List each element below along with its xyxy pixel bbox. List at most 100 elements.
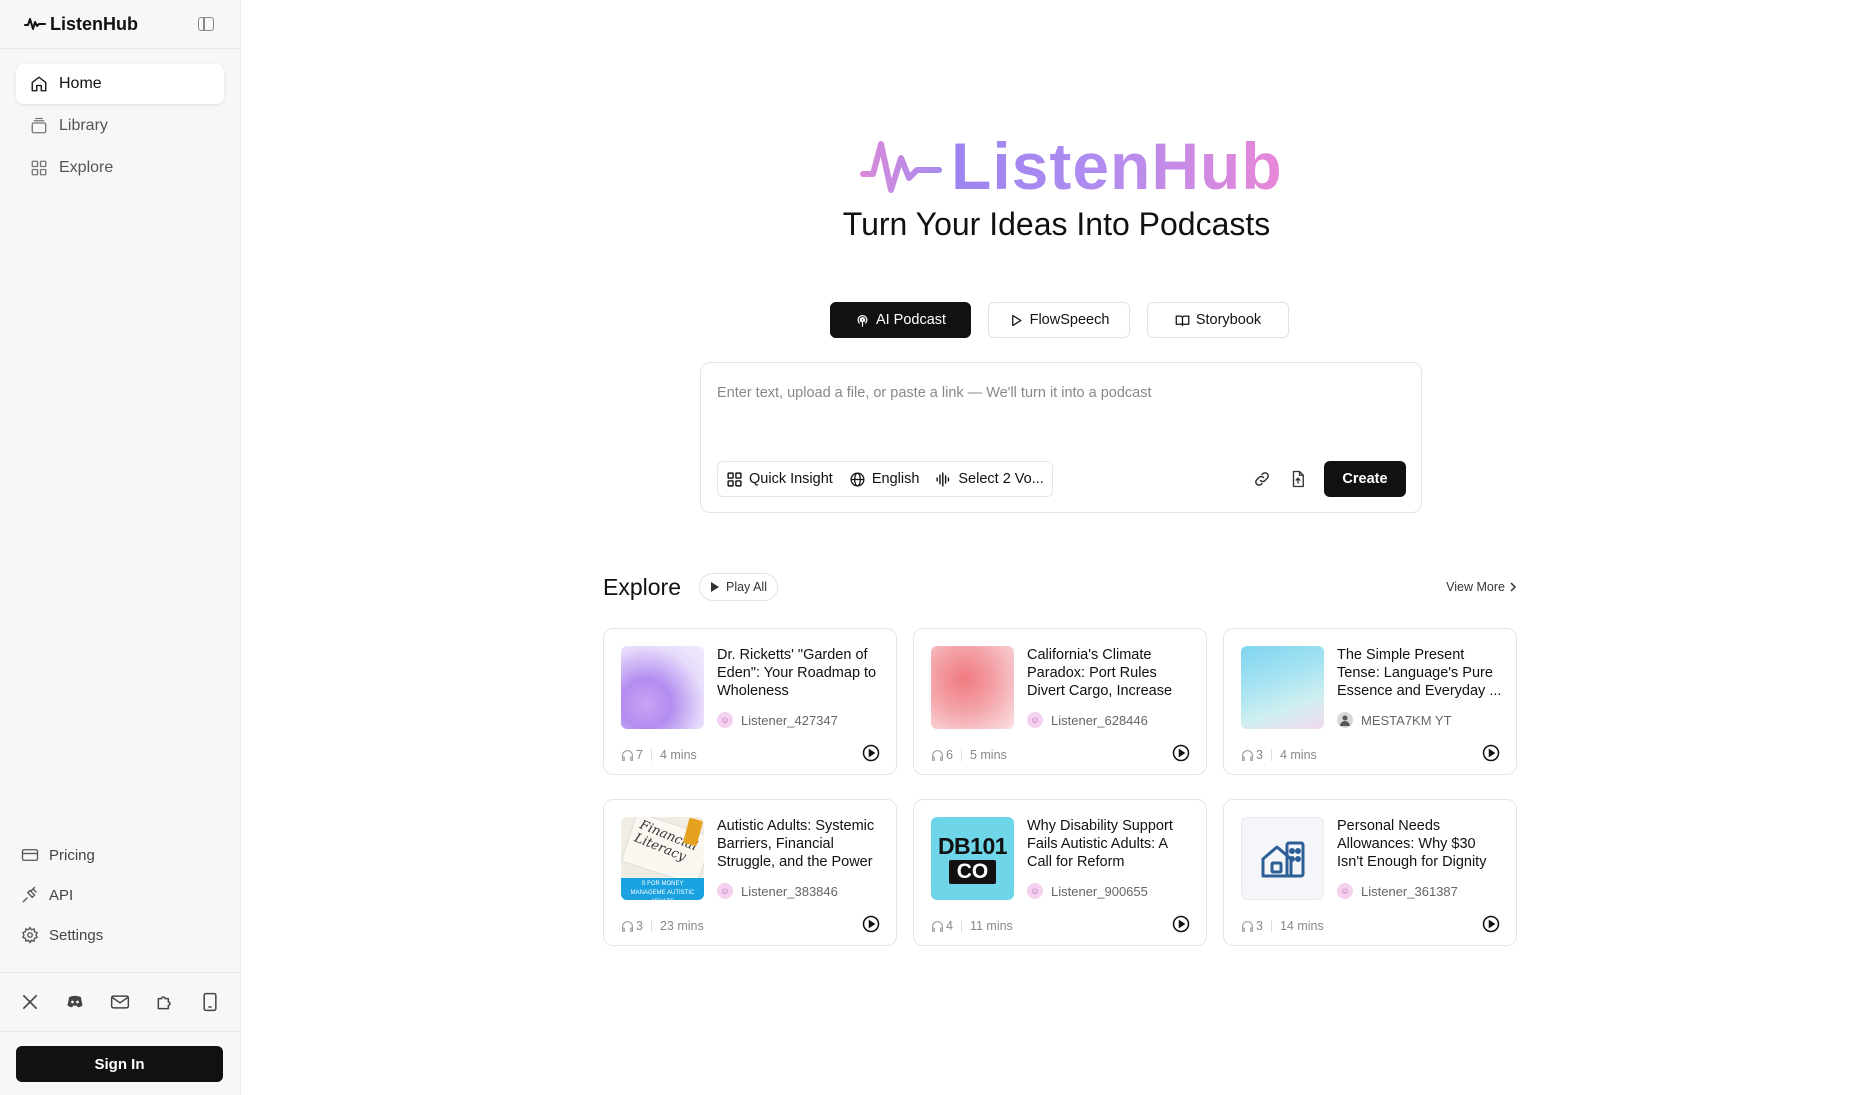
option-language[interactable]: English — [849, 471, 920, 488]
card-author: ☺ Listener_383846 — [717, 883, 838, 899]
nav-item-home[interactable]: Home — [16, 64, 224, 104]
duration: 5 mins — [969, 748, 1007, 762]
author-name: Listener_427347 — [741, 712, 838, 728]
podcast-card[interactable]: Financial Literacy S FOR MONEY MANAGEME A… — [603, 799, 897, 946]
avatar: ☺ — [1027, 712, 1043, 728]
sidebar-toggle-icon[interactable] — [198, 17, 214, 31]
book-icon — [1175, 315, 1190, 326]
play-circle-icon[interactable] — [1482, 744, 1500, 762]
listen-value: 3 — [636, 919, 643, 933]
card-title: California's Climate Paradox: Port Rules… — [1027, 647, 1173, 699]
waveform-logo-icon — [24, 18, 46, 30]
listen-count: 7 — [621, 748, 643, 762]
main-nav: Home Library Explore — [0, 49, 240, 188]
sidebar: ListenHub Home Library Explore Pricing A… — [0, 0, 241, 1095]
nav-label: Explore — [59, 159, 114, 176]
podcast-thumbnail — [1241, 646, 1324, 729]
waveform-logo-icon — [860, 141, 942, 193]
card-title: Dr. Ricketts' "Garden of Eden": Your Roa… — [717, 647, 877, 699]
hero-wordmark: ListenHub — [951, 129, 1283, 203]
nav-item-api[interactable]: API — [16, 875, 224, 915]
nav-item-library[interactable]: Library — [16, 106, 224, 146]
hero-logo: ListenHub — [859, 128, 1283, 204]
nav-label: Settings — [49, 926, 104, 944]
play-circle-icon[interactable] — [862, 915, 880, 933]
podcast-card[interactable]: Dr. Ricketts' "Garden of Eden": Your Roa… — [603, 628, 897, 775]
avatar: ☺ — [717, 883, 733, 899]
home-icon — [31, 76, 47, 92]
tab-storybook[interactable]: Storybook — [1147, 302, 1289, 338]
card-meta: 7 4 mins — [621, 748, 697, 762]
play-circle-icon[interactable] — [1172, 915, 1190, 933]
app-logo[interactable]: ListenHub — [24, 14, 138, 35]
card-title: Autistic Adults: Systemic Barriers, Fina… — [717, 818, 875, 870]
file-upload-icon[interactable] — [1289, 470, 1307, 488]
composer-options: Quick Insight English Select 2 Vo... — [717, 461, 1053, 497]
x-icon[interactable] — [19, 991, 41, 1013]
play-all-label: Play All — [725, 580, 767, 594]
option-label: English — [871, 471, 920, 487]
listen-count: 3 — [1241, 748, 1263, 762]
card-title: Why Disability Support Fails Autistic Ad… — [1027, 818, 1173, 870]
hero-title: Turn Your Ideas Into Podcasts — [237, 206, 1876, 243]
grid-icon — [31, 160, 47, 176]
nav-label: Home — [59, 75, 102, 92]
headphones-icon — [932, 920, 943, 932]
main-content: ListenHub Turn Your Ideas Into Podcasts … — [241, 0, 1876, 1095]
prompt-input[interactable]: Enter text, upload a file, or paste a li… — [717, 385, 1152, 401]
mail-icon[interactable] — [109, 991, 131, 1013]
sidebar-header: ListenHub — [0, 0, 240, 49]
gear-icon — [21, 926, 39, 944]
sign-in-button[interactable]: Sign In — [16, 1046, 223, 1082]
nav-item-pricing[interactable]: Pricing — [16, 835, 224, 875]
divider — [960, 920, 962, 932]
card-author: MESTA7KM YT — [1337, 712, 1452, 728]
podcast-card[interactable]: DB101 CO Why Disability Support Fails Au… — [913, 799, 1207, 946]
nav-item-explore[interactable]: Explore — [16, 148, 224, 188]
tab-flowspeech[interactable]: FlowSpeech — [988, 302, 1130, 338]
puzzle-icon[interactable] — [154, 991, 176, 1013]
link-icon[interactable] — [1253, 470, 1271, 488]
option-quick-insight[interactable]: Quick Insight — [726, 471, 833, 488]
card-author: ☺ Listener_361387 — [1337, 883, 1458, 899]
headphones-icon — [1242, 749, 1253, 761]
view-more-label: View More — [1446, 580, 1505, 594]
card-author: ☺ Listener_900655 — [1027, 883, 1148, 899]
play-circle-icon[interactable] — [1172, 744, 1190, 762]
play-all-button[interactable]: Play All — [698, 573, 778, 601]
avatar: ☺ — [1027, 883, 1043, 899]
headphones-icon — [932, 749, 943, 761]
option-voices[interactable]: Select 2 Vo... — [935, 471, 1044, 488]
nav-item-settings[interactable]: Settings — [16, 915, 224, 955]
play-circle-icon[interactable] — [862, 744, 880, 762]
discord-icon[interactable] — [64, 991, 86, 1013]
thumb-text: DB101 — [937, 832, 1008, 859]
option-label: Quick Insight — [749, 471, 833, 487]
author-name: MESTA7KM YT — [1361, 712, 1452, 728]
listen-count: 3 — [621, 919, 643, 933]
plug-icon — [22, 886, 37, 903]
bottom-nav: Pricing API Settings — [0, 835, 240, 955]
headphones-icon — [622, 920, 633, 932]
thumb-caption: S FOR MONEY MANAGEME AUTISTIC ADULTS — [621, 878, 704, 900]
play-circle-icon[interactable] — [1482, 915, 1500, 933]
podcast-card[interactable]: The Simple Present Tense: Language's Pur… — [1223, 628, 1517, 775]
author-name: Listener_900655 — [1051, 883, 1148, 899]
view-more-link[interactable]: View More — [1446, 580, 1517, 594]
divider — [650, 749, 652, 761]
duration: 23 mins — [659, 919, 704, 933]
author-name: Listener_628446 — [1051, 712, 1148, 728]
card-title: The Simple Present Tense: Language's Pur… — [1337, 647, 1502, 699]
play-icon — [710, 582, 719, 592]
create-button[interactable]: Create — [1324, 461, 1406, 497]
tab-label: AI Podcast — [875, 312, 947, 328]
podcast-card[interactable]: California's Climate Paradox: Port Rules… — [913, 628, 1207, 775]
tablet-icon[interactable] — [199, 991, 221, 1013]
tab-ai-podcast[interactable]: AI Podcast — [830, 302, 971, 338]
social-links — [0, 972, 240, 1032]
podcast-card[interactable]: Personal Needs Allowances: Why $30 Isn't… — [1223, 799, 1517, 946]
duration: 4 mins — [659, 748, 697, 762]
nav-label: Library — [59, 117, 108, 134]
waveform-icon — [936, 471, 950, 487]
card-title: Personal Needs Allowances: Why $30 Isn't… — [1337, 818, 1487, 870]
